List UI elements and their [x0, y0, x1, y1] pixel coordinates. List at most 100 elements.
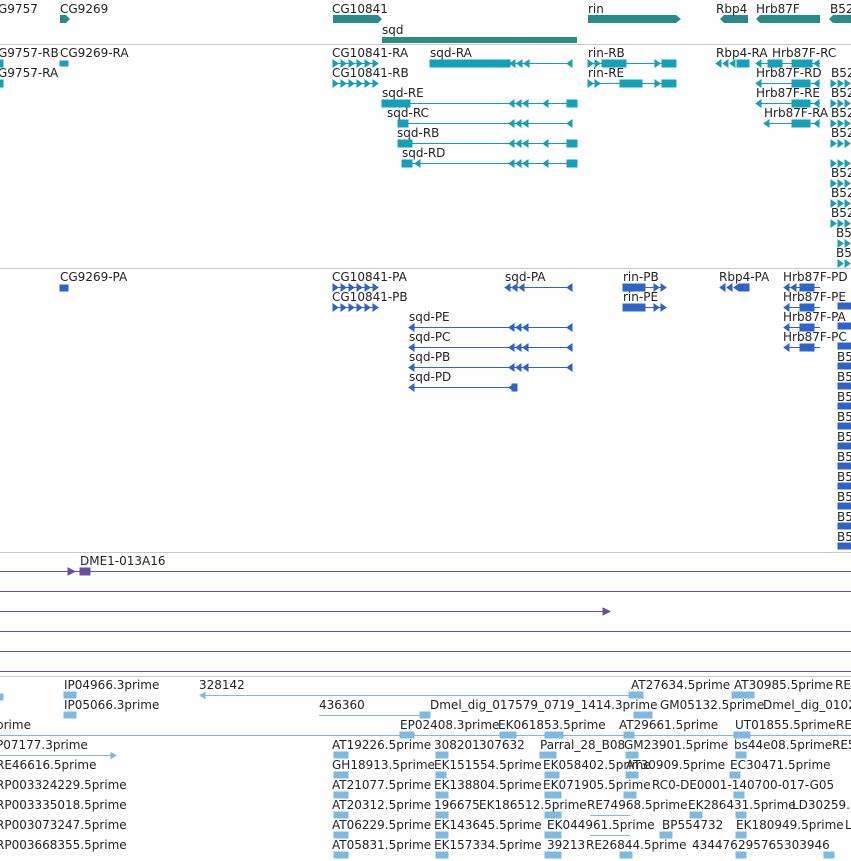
- cds-label[interactable]: Hrb87F-PE: [783, 290, 846, 304]
- transcript-label[interactable]: G9757-RA: [0, 66, 58, 80]
- est-label[interactable]: 295765: [738, 838, 784, 852]
- est-label[interactable]: AT20312.5prime: [332, 798, 431, 812]
- est-label[interactable]: 434476: [692, 838, 738, 852]
- cds-label[interactable]: CG10841-PA: [332, 270, 407, 284]
- est-label[interactable]: Dmel_dig_017579_0719_1414.3prime: [430, 698, 658, 712]
- est-glyphs[interactable]: [0, 691, 851, 859]
- est-label[interactable]: 39213: [547, 838, 585, 852]
- gene-label-rbp4[interactable]: Rbp4: [716, 2, 747, 16]
- est-label[interactable]: AT19226.5prime: [332, 738, 431, 752]
- cds-label[interactable]: Rbp4-PA: [719, 270, 769, 284]
- est-label[interactable]: AT05831.5prime: [332, 838, 431, 852]
- gene-label-b52[interactable]: B52: [830, 2, 851, 16]
- est-label[interactable]: IP05066.3prime: [64, 698, 159, 712]
- est-label[interactable]: RP003668355.5prime: [0, 838, 127, 852]
- est-label[interactable]: RE: [836, 718, 851, 732]
- est-label[interactable]: EP02408.3prime: [400, 718, 499, 732]
- est-label[interactable]: 308201: [434, 738, 480, 752]
- cds-label[interactable]: sqd-PE: [409, 310, 450, 324]
- b5-cds-label[interactable]: B5: [837, 350, 851, 364]
- est-label[interactable]: EK071905.5prime: [543, 778, 651, 792]
- est-label[interactable]: RE: [835, 678, 851, 692]
- transcript-glyphs[interactable]: [0, 59, 851, 268]
- est-label[interactable]: RE74968.5prime: [587, 798, 688, 812]
- transcript-label[interactable]: sqd-RB: [397, 126, 439, 140]
- est-label[interactable]: RE26844.5prime: [586, 838, 687, 852]
- est-label[interactable]: UT01855.5prime: [735, 718, 836, 732]
- gene-label-cg9269[interactable]: CG9269: [60, 2, 108, 16]
- est-label[interactable]: EK138804.5prime: [434, 778, 542, 792]
- cds-label[interactable]: sqd-PA: [505, 270, 546, 284]
- est-label[interactable]: RP003073247.5prime: [0, 818, 127, 832]
- b5-cds-label[interactable]: B5: [837, 370, 851, 384]
- b5-cds-label[interactable]: B5: [837, 410, 851, 424]
- cds-label[interactable]: sqd-PC: [409, 330, 450, 344]
- cds-glyphs[interactable]: [59, 283, 851, 550]
- est-label[interactable]: IP04966.3prime: [64, 678, 159, 692]
- transcript-label[interactable]: G9757-RB: [0, 46, 59, 60]
- cds-label[interactable]: sqd-PD: [409, 370, 451, 384]
- est-label[interactable]: EK061853.5prime: [498, 718, 606, 732]
- b52-transcript-label[interactable]: B5: [836, 226, 851, 240]
- gene-label-cg10841[interactable]: CG10841: [332, 2, 388, 16]
- est-label[interactable]: 303946: [784, 838, 830, 852]
- cds-label[interactable]: CG10841-PB: [332, 290, 408, 304]
- b5-cds-label[interactable]: B5: [837, 450, 851, 464]
- cds-label[interactable]: rin-PB: [623, 270, 659, 284]
- gene-label-hrb87f[interactable]: Hrb87F: [756, 2, 800, 16]
- transcript-label[interactable]: sqd-RC: [387, 106, 429, 120]
- est-label[interactable]: L: [845, 818, 851, 832]
- est-label[interactable]: GM05132.5prime: [660, 698, 764, 712]
- est-label[interactable]: RP003324229.5prime: [0, 778, 127, 792]
- gene-label-sqd[interactable]: sqd: [382, 23, 404, 37]
- est-label[interactable]: LD30259.: [792, 798, 850, 812]
- cds-label[interactable]: Hrb87F-PA: [783, 310, 846, 324]
- transcript-label[interactable]: CG10841-RB: [332, 66, 409, 80]
- est-label[interactable]: P07177.3prime: [0, 738, 88, 752]
- est-label[interactable]: 436360: [319, 698, 365, 712]
- gene-label-rin[interactable]: rin: [588, 2, 604, 16]
- est-label[interactable]: EK186512.5prime: [479, 798, 587, 812]
- b52-transcript-label[interactable]: B52: [831, 106, 851, 120]
- est-label[interactable]: AT27634.5prime: [631, 678, 730, 692]
- est-label[interactable]: AT29661.5prime: [619, 718, 718, 732]
- gene-glyphs[interactable]: [60, 15, 851, 43]
- est-label[interactable]: AT06229.5prime: [332, 818, 431, 832]
- est-label[interactable]: AT30985.5prime: [734, 678, 833, 692]
- cds-label[interactable]: Hrb87F-PC: [783, 330, 847, 344]
- transcript-label[interactable]: sqd-RA: [430, 46, 472, 60]
- est-label[interactable]: RE5: [832, 738, 851, 752]
- cds-label[interactable]: sqd-PB: [409, 350, 450, 364]
- est-label[interactable]: BP554732: [662, 818, 723, 832]
- est-label[interactable]: RE46616.5prime: [0, 758, 97, 772]
- transcript-label[interactable]: Hrb87F-RA: [764, 106, 828, 120]
- est-label[interactable]: EC30471.5prime: [730, 758, 831, 772]
- est-label[interactable]: EK044961.5prime: [547, 818, 655, 832]
- est-label[interactable]: EK157334.5prime: [434, 838, 542, 852]
- b52-transcript-label[interactable]: B5: [836, 246, 851, 260]
- est-label[interactable]: bs44e08.5prime: [734, 738, 832, 752]
- cds-label[interactable]: Hrb87F-PD: [783, 270, 848, 284]
- transcript-label[interactable]: sqd-RE: [382, 86, 424, 100]
- transcript-label[interactable]: sqd-RD: [402, 146, 445, 160]
- transcript-label[interactable]: Hrb87F-RE: [756, 86, 820, 100]
- est-label[interactable]: Parral_28_B08: [540, 738, 625, 752]
- transcript-label[interactable]: CG10841-RA: [332, 46, 408, 60]
- b5-cds-label[interactable]: B5: [837, 430, 851, 444]
- transcript-label[interactable]: Hrb87F-RD: [756, 66, 822, 80]
- est-label[interactable]: RP003335018.5prime: [0, 798, 127, 812]
- cds-label[interactable]: CG9269-PA: [60, 270, 127, 284]
- b52-transcript-label[interactable]: B52: [831, 126, 851, 140]
- b5-cds-label[interactable]: B5: [837, 510, 851, 524]
- est-label[interactable]: AT30909.5prime: [626, 758, 725, 772]
- b5-cds-label[interactable]: B5: [837, 530, 851, 544]
- est-label[interactable]: EK180949.5prime: [736, 818, 844, 832]
- b52-transcript-label[interactable]: B52: [831, 66, 851, 80]
- b52-transcript-label[interactable]: B52: [831, 186, 851, 200]
- est-label[interactable]: GH18913.5prime: [332, 758, 435, 772]
- est-label[interactable]: prime: [0, 718, 31, 732]
- est-label[interactable]: 196675: [434, 798, 480, 812]
- b52-transcript-label[interactable]: B52: [831, 166, 851, 180]
- est-label[interactable]: RC0-DE0001-140700-017-G05: [652, 778, 834, 792]
- b5-cds-label[interactable]: B5: [837, 390, 851, 404]
